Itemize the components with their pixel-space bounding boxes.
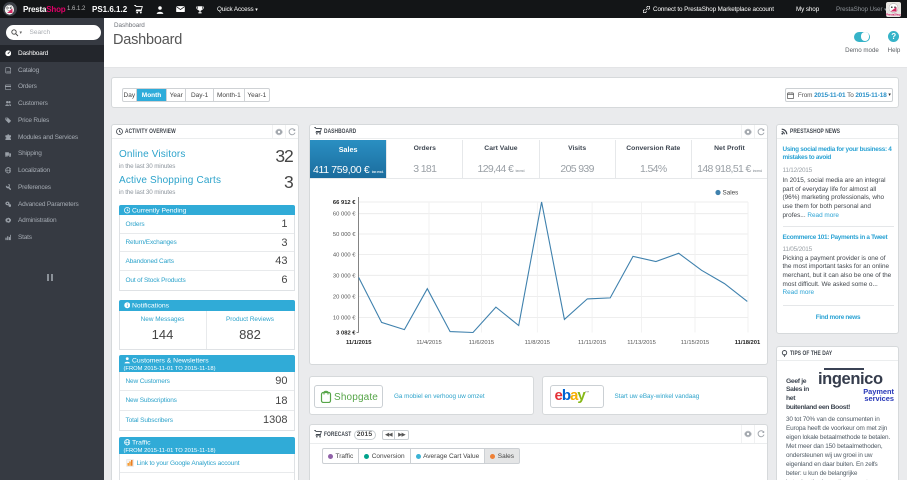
svg-text:Sales: Sales	[723, 190, 739, 197]
svg-text:PrestaShop: PrestaShop	[886, 12, 901, 16]
svg-text:60 000 €: 60 000 €	[333, 212, 356, 218]
svg-text:11/8/2015: 11/8/2015	[525, 340, 550, 346]
svg-text:11/18/201: 11/18/201	[735, 340, 761, 346]
svg-text:i: i	[126, 303, 127, 308]
svg-text:11/1/2015: 11/1/2015	[346, 340, 372, 346]
svg-text:11/15/2015: 11/15/2015	[681, 340, 710, 346]
svg-text:30 000 €: 30 000 €	[333, 273, 356, 279]
svg-text:11/11/2015: 11/11/2015	[578, 340, 606, 346]
svg-text:3 082 €: 3 082 €	[336, 331, 356, 337]
svg-text:11/13/2015: 11/13/2015	[627, 340, 656, 346]
svg-text:10 000 €: 10 000 €	[333, 316, 356, 322]
svg-text:50 000 €: 50 000 €	[333, 232, 356, 238]
svg-text:40 000 €: 40 000 €	[333, 252, 356, 258]
svg-text:11/4/2015: 11/4/2015	[416, 340, 441, 346]
svg-text:20 000 €: 20 000 €	[333, 295, 356, 301]
svg-text:11/6/2015: 11/6/2015	[469, 340, 494, 346]
svg-text:66 912 €: 66 912 €	[333, 200, 356, 206]
